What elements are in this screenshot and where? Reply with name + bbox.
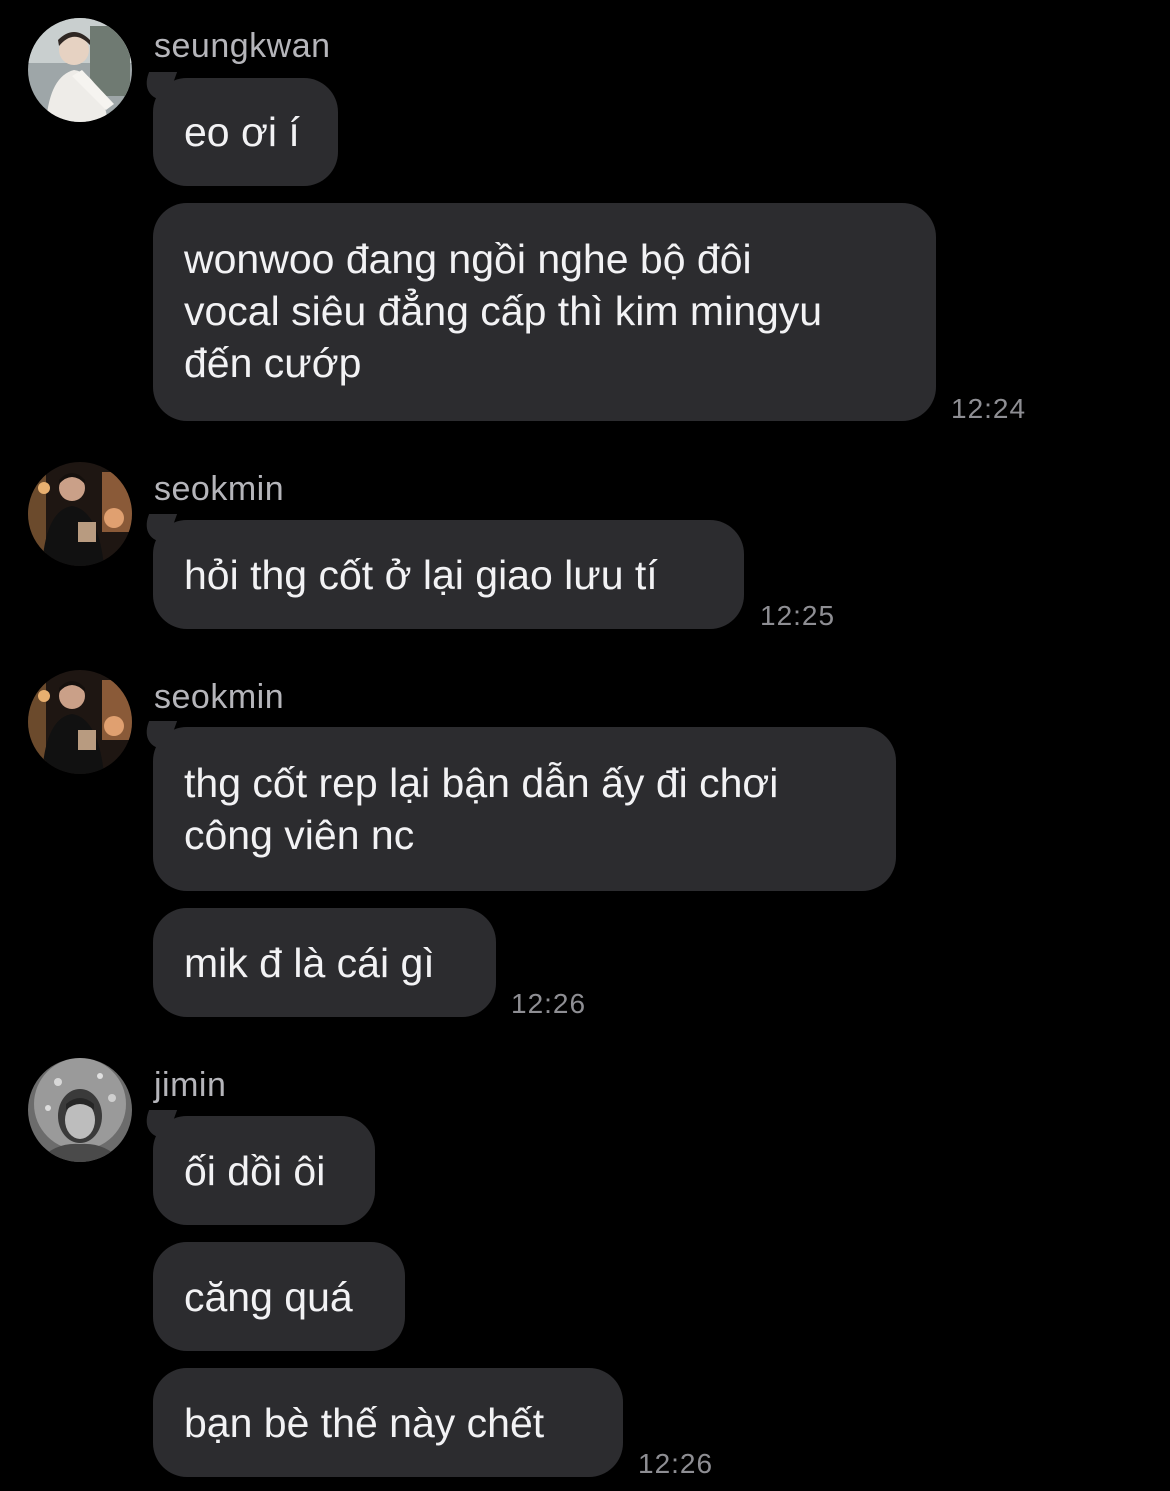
avatar-photo-icon — [28, 1058, 132, 1162]
message-line: công viên nc — [184, 812, 415, 858]
avatar-seokmin[interactable] — [28, 670, 132, 774]
message-line: thg cốt rep lại bận dẫn ấy đi chơi — [184, 760, 779, 806]
avatar-jimin[interactable] — [28, 1058, 132, 1162]
message-bubble[interactable]: bạn bè thế này chết — [153, 1368, 623, 1477]
message-bubble[interactable]: mik đ là cái gì — [153, 908, 496, 1017]
message-line: đến cướp — [184, 340, 362, 386]
avatar-seungkwan[interactable] — [28, 18, 132, 122]
avatar-photo-icon — [28, 462, 132, 566]
message-text: wonwoo đang ngồi nghe bộ đôi vocal siêu … — [184, 233, 822, 389]
sender-name: seokmin — [154, 678, 285, 716]
avatar-photo-icon — [28, 18, 132, 122]
message-timestamp: 12:26 — [638, 1448, 714, 1479]
message-text: thg cốt rep lại bận dẫn ấy đi chơi công … — [184, 757, 778, 861]
message-line: wonwoo đang ngồi nghe bộ đôi — [184, 236, 752, 282]
message-timestamp: 12:25 — [760, 600, 836, 631]
sender-name: seokmin — [154, 470, 285, 508]
message-bubble[interactable]: wonwoo đang ngồi nghe bộ đôi vocal siêu … — [153, 203, 936, 421]
message-bubble[interactable]: căng quá — [153, 1242, 405, 1351]
message-text: mik đ là cái gì — [184, 939, 435, 986]
sender-name: seungkwan — [154, 27, 331, 65]
message-timestamp: 12:26 — [511, 988, 587, 1019]
sender-name: jimin — [154, 1066, 227, 1104]
message-line: vocal siêu đẳng cấp thì kim mingyu — [184, 288, 823, 334]
avatar-photo-icon — [28, 670, 132, 774]
message-text: bạn bè thế này chết — [184, 1399, 545, 1446]
chat-thread: seungkwan eo ơi í wonwoo đang ngồi nghe … — [0, 0, 1170, 1491]
message-bubble[interactable]: hỏi thg cốt ở lại giao lưu tí — [153, 520, 744, 629]
message-text: hỏi thg cốt ở lại giao lưu tí — [184, 551, 658, 598]
message-timestamp: 12:24 — [951, 393, 1027, 424]
message-text: ối dồi ôi — [184, 1147, 326, 1194]
message-bubble[interactable]: ối dồi ôi — [153, 1116, 375, 1225]
message-bubble[interactable]: eo ơi í — [153, 78, 338, 186]
message-bubble[interactable]: thg cốt rep lại bận dẫn ấy đi chơi công … — [153, 727, 896, 891]
message-text: eo ơi í — [184, 109, 300, 155]
message-text: căng quá — [184, 1273, 353, 1320]
avatar-seokmin[interactable] — [28, 462, 132, 566]
